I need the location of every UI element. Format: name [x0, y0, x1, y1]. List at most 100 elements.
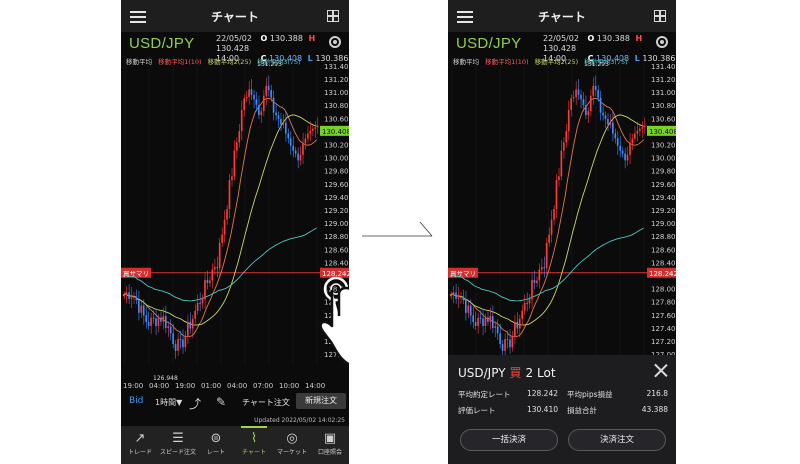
- candle-body: [211, 269, 214, 281]
- nav-market[interactable]: ◎ マーケット: [273, 426, 311, 464]
- candle-body: [536, 280, 538, 283]
- price-tick-label: 131.000: [651, 89, 676, 97]
- price-tick-label: 129.400: [324, 194, 349, 202]
- phone-screen-left: チャート USD/JPY 22/05/02 O 130.388 H 130.42…: [121, 0, 349, 464]
- candle-body: [133, 296, 135, 298]
- candle-body: [543, 267, 546, 269]
- candle-body: [272, 97, 275, 113]
- candle-body: [287, 133, 290, 139]
- price-tick-label: 128.600: [324, 246, 349, 254]
- ma-line-2: [449, 114, 644, 326]
- candle-body: [128, 292, 130, 299]
- candle-body: [260, 111, 263, 116]
- transition-arrow-icon: [362, 221, 433, 237]
- sheet-title: USD/JPY 買 2 Lot: [458, 364, 556, 381]
- price-tick-label: 127.800: [651, 299, 676, 307]
- nav-speed-order[interactable]: ☰ スピード注文: [159, 426, 197, 464]
- candle-body: [267, 85, 270, 90]
- gear-icon[interactable]: [329, 36, 341, 48]
- speed-order-icon: ☰: [172, 431, 184, 446]
- timeframe-select[interactable]: 1時間▼: [155, 397, 182, 408]
- price-tick-label: 129.400: [651, 194, 676, 202]
- bulk-settle-button[interactable]: 一括決済: [460, 429, 558, 451]
- currency-pair[interactable]: USD/JPY: [456, 35, 521, 52]
- candle-body: [302, 143, 304, 155]
- nav-trade[interactable]: ↗ トレード: [121, 426, 159, 464]
- low-annotation: 126.948: [153, 375, 178, 382]
- price-tick-label: 129.800: [324, 168, 349, 176]
- candle-body: [248, 89, 250, 97]
- pl-total-label: 損益合計: [567, 406, 597, 415]
- candle-body: [499, 333, 501, 345]
- open-label: O: [260, 34, 268, 43]
- candle-body: [465, 300, 467, 313]
- candle-body: [147, 322, 150, 326]
- candle-body: [164, 316, 167, 328]
- chart-order-button[interactable]: チャート注文: [242, 397, 290, 408]
- nav-rate[interactable]: ⊜ レート: [197, 426, 235, 464]
- candle-body: [157, 317, 160, 326]
- page-title: チャート: [538, 10, 586, 24]
- candle-body: [523, 302, 526, 311]
- candle-body: [282, 122, 285, 125]
- close-icon[interactable]: [654, 363, 668, 377]
- candle-body: [262, 95, 265, 112]
- candlestick-chart[interactable]: 131.400 131.200 131.000 130.800 130.600 130.2…: [121, 54, 349, 390]
- settle-order-button[interactable]: 決済注文: [568, 429, 666, 451]
- candle-body: [462, 296, 465, 301]
- layout-grid-icon[interactable]: [327, 10, 339, 22]
- candle-body: [150, 317, 152, 326]
- candle-body: [299, 154, 302, 161]
- high-annotation: 131.293: [584, 61, 609, 68]
- candle-body: [553, 209, 555, 220]
- candle-body: [265, 85, 268, 96]
- candle-body: [460, 296, 462, 298]
- bottom-nav: ↗ トレード ☰ スピード注文 ⊜ レート ⌇ チャート ◎ マーケット ▣ 口…: [121, 426, 349, 464]
- new-order-button[interactable]: 新規注文: [296, 393, 346, 409]
- bid-toggle[interactable]: Bid: [129, 396, 143, 406]
- candle-body: [450, 295, 452, 297]
- time-tick-label: 14:00: [305, 382, 325, 390]
- candle-body: [196, 302, 199, 311]
- avg-rate-label: 平均約定レート: [458, 390, 511, 399]
- candle-body: [489, 316, 492, 322]
- nav-chart[interactable]: ⌇ チャート: [235, 426, 273, 464]
- trade-icon: ↗: [134, 431, 146, 446]
- candle-body: [560, 150, 563, 177]
- price-tick-label: 128.800: [324, 233, 349, 241]
- candle-body: [206, 280, 209, 283]
- indicator-icon[interactable]: ⤴: [189, 395, 201, 412]
- price-tick-label: 130.600: [651, 115, 676, 123]
- candle-body: [125, 292, 128, 296]
- current-price-label: 130.408: [322, 128, 349, 136]
- candle-body: [531, 280, 533, 300]
- ohlc-date: 22/05/02: [543, 34, 579, 43]
- price-tick-label: 130.800: [324, 102, 349, 110]
- candle-body: [511, 336, 514, 348]
- layout-grid-icon[interactable]: [654, 10, 666, 22]
- gear-icon[interactable]: [656, 36, 668, 48]
- candle-body: [612, 122, 614, 134]
- currency-pair[interactable]: USD/JPY: [129, 35, 194, 52]
- candlestick-chart[interactable]: 131.400 131.200 131.000 130.800 130.600 130.2…: [448, 54, 676, 390]
- price-tick-label: 129.600: [651, 181, 676, 189]
- eval-rate-label: 評価レート: [458, 406, 496, 415]
- price-tick-label: 131.200: [324, 76, 349, 84]
- price-tick-label: 130.000: [651, 155, 676, 163]
- symbol-row: USD/JPY 22/05/02 O 130.388 H 130.428 14:…: [121, 32, 349, 63]
- candle-body: [270, 89, 272, 98]
- candle-body: [255, 99, 258, 105]
- account-icon: ▣: [323, 431, 337, 446]
- price-tick-label: 128.400: [651, 259, 676, 267]
- price-tick-label: 131.400: [651, 63, 676, 71]
- candle-body: [311, 128, 314, 131]
- avg-rate-value: 128.242: [526, 389, 558, 398]
- header-bar: チャート: [448, 0, 676, 32]
- nav-account[interactable]: ▣ 口座照会: [311, 426, 349, 464]
- candle-body: [145, 315, 147, 323]
- draw-pen-icon[interactable]: ✎: [216, 395, 226, 409]
- candle-body: [457, 297, 460, 299]
- candle-body: [204, 280, 206, 300]
- time-tick-label: 10:00: [279, 382, 299, 390]
- chart-toolbar: Bid 1時間▼ ⤴ ✎ チャート注文 新規注文: [121, 391, 349, 413]
